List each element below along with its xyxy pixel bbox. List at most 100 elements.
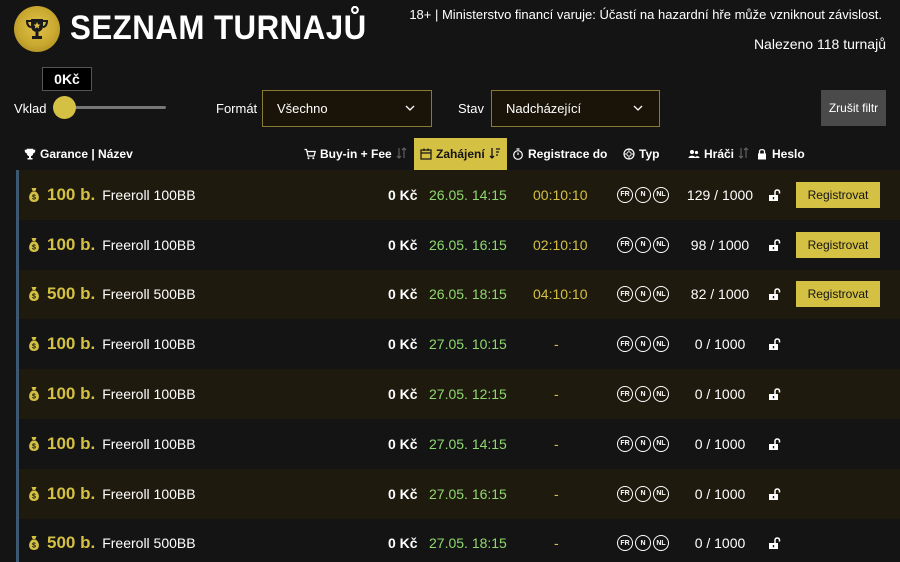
start-time: 27.05. 16:15 [429,485,507,502]
start-time: 27.05. 14:15 [429,435,507,452]
type-badge: FR [617,386,633,403]
buyin-value: 0 Kč [388,186,418,203]
type-badge: FR [617,485,633,502]
stake-slider-track[interactable] [64,106,166,109]
table-row[interactable]: $100 b. Freeroll 100BB 0 Kč 26.05. 14:15 00:… [16,170,900,220]
type-badge: N [635,485,651,502]
guarantee-cell: $100 b. Freeroll 100BB [27,469,196,519]
register-button[interactable]: Registrovat [796,231,880,258]
type-badge: FR [617,535,633,552]
tournament-types: FR N NL [617,519,669,562]
guarantee-cell: $100 b. Freeroll 100BB [27,220,196,270]
start-time: 27.05. 18:15 [429,535,507,552]
tournament-name[interactable]: Freeroll 500BB [102,535,195,551]
money-bag-icon: $ [29,486,39,501]
lock-open-icon [767,369,781,419]
registration-deadline: 00:10:10 [533,186,588,203]
table-row[interactable]: $100 b. Freeroll 100BB 0 Kč 27.05. 10:15 - FR… [16,319,900,370]
table-header: Garance | Název Buy-in + Fee Zahájení Re… [16,138,900,170]
table-row[interactable]: $100 b. Freeroll 100BB 0 Kč 27.05. 12:15 - FR… [16,369,900,419]
table-row[interactable]: $500 b. Freeroll 500BB 0 Kč 26.05. 18:15 04:… [16,269,900,320]
start-time: 26.05. 14:15 [429,186,507,203]
register-button[interactable]: Registrovat [796,181,880,208]
registration-deadline: - [554,386,559,403]
type-badge: FR [617,236,633,253]
sort-icon[interactable] [396,146,408,162]
tournament-name[interactable]: Freeroll 100BB [102,237,195,253]
guarantee-value: 100 b. [47,384,96,404]
register-cell: Registrovat [796,170,880,220]
format-select[interactable]: Všechno [262,90,432,127]
tournament-name[interactable]: Freeroll 100BB [102,386,195,402]
users-icon [688,150,700,158]
guarantee-cell: $100 b. Freeroll 100BB [27,170,196,220]
type-badge: FR [617,336,633,353]
register-button[interactable]: Registrovat [796,281,880,308]
start-time: 26.05. 16:15 [429,236,507,253]
tournament-types: FR N NL [617,220,669,270]
svg-text:$: $ [32,394,36,401]
buyin-value: 0 Kč [388,535,418,552]
state-select-value: Nadcházející [506,101,582,116]
cart-icon [304,148,316,160]
table-row[interactable]: $100 b. Freeroll 100BB 0 Kč 27.05. 14:15 - FR… [16,418,900,469]
lock-icon [758,148,766,160]
guarantee-value: 100 b. [47,184,96,204]
format-label: Formát [216,101,258,116]
trophy-icon [24,148,36,160]
type-badge: N [635,435,651,452]
guarantee-value: 100 b. [47,234,96,254]
tournament-name[interactable]: Freeroll 100BB [102,486,195,502]
column-registration: Registrace do [512,138,607,170]
tournament-name[interactable]: Freeroll 100BB [102,336,195,352]
tournament-name[interactable]: Freeroll 500BB [102,286,195,302]
column-players[interactable]: Hráči [688,138,750,170]
sort-icon[interactable] [738,146,750,162]
svg-text:$: $ [32,194,36,201]
table-row[interactable]: $100 b. Freeroll 100BB 0 Kč 26.05. 16:15 02:… [16,219,900,270]
stake-slider-thumb[interactable] [52,96,76,119]
type-badge: NL [653,186,669,203]
page-title: SEZNAM TURNAJŮ [70,9,367,47]
table-row[interactable]: $100 b. Freeroll 100BB 0 Kč 27.05. 16:15 - FR… [16,468,900,519]
tournament-name[interactable]: Freeroll 100BB [102,436,195,452]
column-buyin[interactable]: Buy-in + Fee [304,138,408,170]
gambling-disclaimer: 18+ | Ministerstvo financí varuje: Účast… [409,7,882,22]
svg-text:$: $ [32,443,36,450]
register-cell: Registrovat [796,270,880,320]
players-count: 82 / 1000 [690,286,750,303]
format-select-value: Všechno [277,101,328,116]
money-bag-icon: $ [29,287,39,302]
tournament-types: FR N NL [617,419,669,469]
sort-active-icon[interactable] [489,147,501,162]
tournament-types: FR N NL [617,319,669,369]
money-bag-icon: $ [29,387,39,402]
state-select[interactable]: Nadcházející [491,90,660,127]
stopwatch-icon [513,148,523,160]
registration-deadline: - [554,535,559,552]
calendar-icon [420,148,432,160]
type-badge: N [635,236,651,253]
column-name: Garance | Název [24,138,133,170]
tournament-types: FR N NL [617,270,669,320]
reset-filter-button[interactable]: Zrušit filtr [821,90,886,126]
column-start[interactable]: Zahájení [414,138,507,170]
tournament-list: $100 b. Freeroll 100BB 0 Kč 26.05. 14:15 00:… [16,170,900,562]
buyin-value: 0 Kč [388,435,418,452]
lock-open-icon [767,220,781,270]
players-count: 0 / 1000 [694,336,746,353]
guarantee-cell: $100 b. Freeroll 100BB [27,319,196,369]
type-badge: NL [653,386,669,403]
svg-text:$: $ [32,543,36,550]
type-badge: N [635,186,651,203]
chip-icon [623,148,635,160]
registration-deadline: 02:10:10 [533,236,588,253]
tournament-name[interactable]: Freeroll 100BB [102,187,195,203]
type-badge: NL [653,236,669,253]
guarantee-cell: $500 b. Freeroll 500BB [27,519,196,562]
lock-open-icon [767,469,781,519]
table-row[interactable]: $500 b. Freeroll 500BB 0 Kč 27.05. 18:15 - FR… [16,518,900,562]
type-badge: FR [617,286,633,303]
column-type: Typ [623,138,659,170]
type-badge: N [635,535,651,552]
